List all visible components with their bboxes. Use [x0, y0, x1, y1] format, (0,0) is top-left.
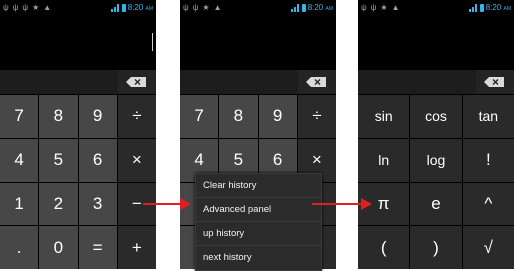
key-9[interactable]: 9 — [78, 95, 117, 138]
warning-icon: ▲ — [391, 3, 400, 12]
key-3[interactable]: 3 — [78, 182, 117, 226]
usb-icon: ψ — [192, 3, 199, 12]
formula-field[interactable] — [0, 70, 118, 94]
system-icons: 8:20 AM — [110, 3, 153, 12]
key-factorial[interactable]: ! — [462, 138, 514, 182]
system-icons: 8:20 AM — [468, 3, 511, 12]
backspace-icon[interactable] — [306, 77, 326, 87]
key-cos[interactable]: cos — [410, 95, 462, 138]
status-bar: ψ ψ ★ ▲ 8:20 AM — [180, 0, 336, 18]
usb-icon: ψ — [370, 3, 377, 12]
warning-icon: ▲ — [213, 3, 222, 12]
signal-icon — [468, 3, 478, 12]
keypad: 7 8 9 ÷ 4 5 6 × 1 2 3 − . 0 = + — [0, 95, 156, 269]
signal-icon — [290, 3, 300, 12]
menu-item-up-history[interactable]: up history — [196, 222, 321, 246]
signal-icon — [110, 3, 120, 12]
key-9[interactable]: 9 — [258, 95, 297, 138]
key-4[interactable]: 4 — [0, 138, 39, 182]
status-bar: ψ ψ ★ ▲ 8:20 AM — [358, 0, 514, 18]
star-icon: ★ — [32, 3, 40, 12]
notification-icons: ψ ψ ★ ▲ — [183, 3, 222, 13]
key-8[interactable]: 8 — [219, 95, 258, 138]
key-equals[interactable]: = — [78, 226, 117, 269]
key-open-paren[interactable]: ( — [358, 226, 410, 269]
notification-icons: ψ ψ ★ ▲ — [361, 3, 400, 13]
key-7[interactable]: 7 — [0, 95, 39, 138]
input-bar — [180, 70, 336, 94]
menu-item-next-history[interactable]: next history — [196, 246, 321, 270]
key-2[interactable]: 2 — [39, 182, 78, 226]
key-decimal[interactable]: . — [0, 226, 39, 269]
result-display[interactable] — [358, 18, 514, 70]
arrow-head-2 — [361, 198, 372, 210]
key-0[interactable]: 0 — [39, 226, 78, 269]
key-1[interactable]: 1 — [0, 182, 39, 226]
key-7[interactable]: 7 — [180, 95, 219, 138]
calculator-screen-basic: ψ ψ ψ ★ ▲ 8:20 AM 7 8 9 ÷ 4 5 6 × 1 2 3 … — [0, 0, 156, 269]
key-divide[interactable]: ÷ — [297, 95, 336, 138]
usb-icon: ψ — [22, 3, 29, 12]
result-display[interactable] — [180, 18, 336, 70]
key-sqrt[interactable]: √ — [462, 226, 514, 269]
input-bar — [358, 70, 514, 94]
options-menu: Clear history Advanced panel up history … — [195, 173, 322, 271]
key-plus[interactable]: + — [117, 226, 156, 269]
key-6[interactable]: 6 — [78, 138, 117, 182]
key-divide[interactable]: ÷ — [117, 95, 156, 138]
key-log[interactable]: log — [410, 138, 462, 182]
status-time: 8:20 AM — [307, 3, 333, 12]
arrow-shaft-2 — [312, 203, 362, 205]
status-bar: ψ ψ ψ ★ ▲ 8:20 AM — [0, 0, 156, 18]
key-8[interactable]: 8 — [39, 95, 78, 138]
system-icons: 8:20 AM — [290, 3, 333, 12]
warning-icon: ▲ — [43, 3, 52, 12]
status-time: 8:20 AM — [127, 3, 153, 12]
key-close-paren[interactable]: ) — [410, 226, 462, 269]
key-multiply[interactable]: × — [117, 138, 156, 182]
advanced-keypad: sin cos tan ln log ! π e ^ ( ) √ — [358, 95, 514, 269]
usb-icon: ψ — [3, 3, 9, 12]
usb-icon: ψ — [361, 3, 367, 12]
formula-field[interactable] — [180, 70, 298, 94]
calculator-screen-advanced: ψ ψ ★ ▲ 8:20 AM sin cos tan ln log ! π e… — [358, 0, 514, 269]
backspace-icon[interactable] — [126, 77, 146, 87]
key-tan[interactable]: tan — [462, 95, 514, 138]
status-time: 8:20 AM — [485, 3, 511, 12]
arrow-head-1 — [180, 198, 191, 210]
usb-icon: ψ — [183, 3, 189, 12]
result-display[interactable] — [0, 18, 156, 70]
star-icon: ★ — [380, 3, 388, 12]
input-bar — [0, 70, 156, 94]
key-power[interactable]: ^ — [462, 182, 514, 226]
formula-field[interactable] — [358, 70, 476, 94]
backspace-icon[interactable] — [484, 77, 504, 87]
key-e[interactable]: e — [410, 182, 462, 226]
star-icon: ★ — [202, 3, 210, 12]
key-ln[interactable]: ln — [358, 138, 410, 182]
battery-icon — [121, 3, 126, 12]
text-cursor — [152, 33, 153, 51]
menu-item-advanced-panel[interactable]: Advanced panel — [196, 198, 321, 222]
battery-icon — [479, 3, 484, 12]
usb-icon: ψ — [12, 3, 19, 12]
battery-icon — [301, 3, 306, 12]
menu-item-clear-history[interactable]: Clear history — [196, 174, 321, 198]
key-sin[interactable]: sin — [358, 95, 410, 138]
notification-icons: ψ ψ ψ ★ ▲ — [3, 3, 51, 13]
key-5[interactable]: 5 — [39, 138, 78, 182]
arrow-shaft-1 — [143, 203, 181, 205]
